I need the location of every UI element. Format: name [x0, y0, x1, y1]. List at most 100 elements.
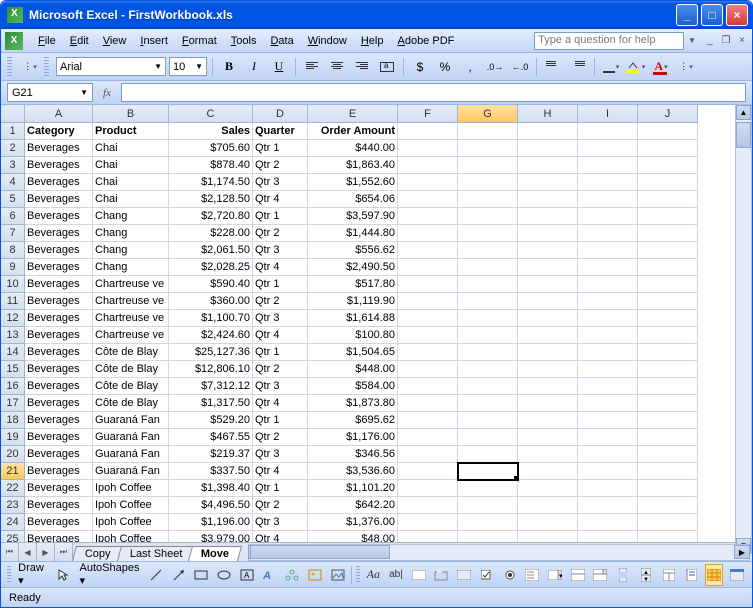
cell-B14[interactable]: Côte de Blay — [93, 344, 169, 361]
row-header-25[interactable]: 25 — [1, 531, 25, 542]
cell-G10[interactable] — [458, 276, 518, 293]
row-header-22[interactable]: 22 — [1, 480, 25, 497]
cell-B16[interactable]: Côte de Blay — [93, 378, 169, 395]
row-header-11[interactable]: 11 — [1, 293, 25, 310]
cell-H15[interactable] — [518, 361, 578, 378]
cell-J6[interactable] — [638, 208, 698, 225]
toolbar-grip-2[interactable] — [44, 57, 49, 77]
checkbox-control-button[interactable] — [478, 564, 497, 586]
toolbar-options-button[interactable]: ⋮ — [19, 56, 41, 78]
horizontal-scrollbar[interactable]: ◀ ▶ — [248, 544, 750, 561]
cell-D15[interactable]: Qtr 2 — [253, 361, 308, 378]
cell-I18[interactable] — [578, 412, 638, 429]
row-header-16[interactable]: 16 — [1, 378, 25, 395]
cell-G14[interactable] — [458, 344, 518, 361]
cell-A22[interactable]: Beverages — [25, 480, 93, 497]
align-left-button[interactable] — [301, 56, 323, 78]
cell-C10[interactable]: $590.40 — [169, 276, 253, 293]
cell-F4[interactable] — [398, 174, 458, 191]
cell-J16[interactable] — [638, 378, 698, 395]
cell-F7[interactable] — [398, 225, 458, 242]
cell-B22[interactable]: Ipoh Coffee — [93, 480, 169, 497]
cell-H11[interactable] — [518, 293, 578, 310]
cell-B13[interactable]: Chartreuse ve — [93, 327, 169, 344]
cell-F19[interactable] — [398, 429, 458, 446]
currency-button[interactable]: $ — [409, 56, 431, 78]
decrease-indent-button[interactable] — [542, 56, 564, 78]
sheet-tab-copy[interactable]: Copy — [72, 546, 124, 561]
drawbar-grip[interactable] — [7, 566, 11, 584]
cell-B2[interactable]: Chai — [93, 140, 169, 157]
cell-A18[interactable]: Beverages — [25, 412, 93, 429]
cell-E6[interactable]: $3,597.90 — [308, 208, 398, 225]
vertical-scrollbar[interactable]: ▲ ▼ — [735, 104, 752, 554]
sheet-tab-last-sheet[interactable]: Last Sheet — [117, 546, 196, 561]
menu-tools[interactable]: Tools — [224, 33, 264, 49]
cell-A20[interactable]: Beverages — [25, 446, 93, 463]
cell-C24[interactable]: $1,196.00 — [169, 514, 253, 531]
cell-G17[interactable] — [458, 395, 518, 412]
cell-H24[interactable] — [518, 514, 578, 531]
cell-E5[interactable]: $654.06 — [308, 191, 398, 208]
cell-H12[interactable] — [518, 310, 578, 327]
cell-F23[interactable] — [398, 497, 458, 514]
listbox-control-button[interactable] — [523, 564, 542, 586]
run-dialog-button[interactable] — [727, 564, 746, 586]
cell-A24[interactable]: Beverages — [25, 514, 93, 531]
cell-F16[interactable] — [398, 378, 458, 395]
cell-H4[interactable] — [518, 174, 578, 191]
row-header-19[interactable]: 19 — [1, 429, 25, 446]
cell-E1[interactable]: Order Amount — [308, 123, 398, 140]
cell-C1[interactable]: Sales — [169, 123, 253, 140]
cell-B21[interactable]: Guaraná Fan — [93, 463, 169, 480]
cell-H20[interactable] — [518, 446, 578, 463]
cell-G15[interactable] — [458, 361, 518, 378]
cell-C16[interactable]: $7,312.12 — [169, 378, 253, 395]
cell-A14[interactable]: Beverages — [25, 344, 93, 361]
cell-D11[interactable]: Qtr 2 — [253, 293, 308, 310]
cell-D24[interactable]: Qtr 3 — [253, 514, 308, 531]
row-header-12[interactable]: 12 — [1, 310, 25, 327]
cell-F20[interactable] — [398, 446, 458, 463]
cell-I5[interactable] — [578, 191, 638, 208]
row-header-1[interactable]: 1 — [1, 123, 25, 140]
cell-E3[interactable]: $1,863.40 — [308, 157, 398, 174]
cell-J1[interactable] — [638, 123, 698, 140]
cell-J8[interactable] — [638, 242, 698, 259]
cell-A9[interactable]: Beverages — [25, 259, 93, 276]
cell-G24[interactable] — [458, 514, 518, 531]
cell-B11[interactable]: Chartreuse ve — [93, 293, 169, 310]
combo-control-button[interactable]: ▾ — [546, 564, 565, 586]
menu-data[interactable]: Data — [263, 33, 300, 49]
cell-C11[interactable]: $360.00 — [169, 293, 253, 310]
cell-A2[interactable]: Beverages — [25, 140, 93, 157]
col-header-D[interactable]: D — [253, 105, 308, 123]
grid-body[interactable]: 1CategoryProductSalesQuarterOrder Amount… — [1, 123, 752, 542]
cell-E12[interactable]: $1,614.88 — [308, 310, 398, 327]
option-control-button[interactable] — [500, 564, 519, 586]
cell-J19[interactable] — [638, 429, 698, 446]
cell-A8[interactable]: Beverages — [25, 242, 93, 259]
label-control-button[interactable]: ab| — [387, 564, 406, 586]
help-dropdown-icon[interactable]: ▼ — [688, 36, 696, 45]
cell-H21[interactable] — [518, 463, 578, 480]
cell-H14[interactable] — [518, 344, 578, 361]
decrease-decimal-button[interactable]: ←.0 — [509, 56, 531, 78]
bold-button[interactable]: B — [218, 56, 240, 78]
cell-E22[interactable]: $1,101.20 — [308, 480, 398, 497]
toolbar-grip[interactable] — [7, 57, 12, 77]
cell-F17[interactable] — [398, 395, 458, 412]
cell-J10[interactable] — [638, 276, 698, 293]
cell-B23[interactable]: Ipoh Coffee — [93, 497, 169, 514]
cell-I21[interactable] — [578, 463, 638, 480]
merge-center-button[interactable] — [376, 56, 398, 78]
cell-G12[interactable] — [458, 310, 518, 327]
col-header-H[interactable]: H — [518, 105, 578, 123]
tab-prev-button[interactable]: ◀ — [19, 543, 37, 561]
cell-D5[interactable]: Qtr 4 — [253, 191, 308, 208]
cell-I2[interactable] — [578, 140, 638, 157]
cell-H8[interactable] — [518, 242, 578, 259]
menu-help[interactable]: Help — [354, 33, 391, 49]
cell-H10[interactable] — [518, 276, 578, 293]
cell-D25[interactable]: Qtr 4 — [253, 531, 308, 542]
